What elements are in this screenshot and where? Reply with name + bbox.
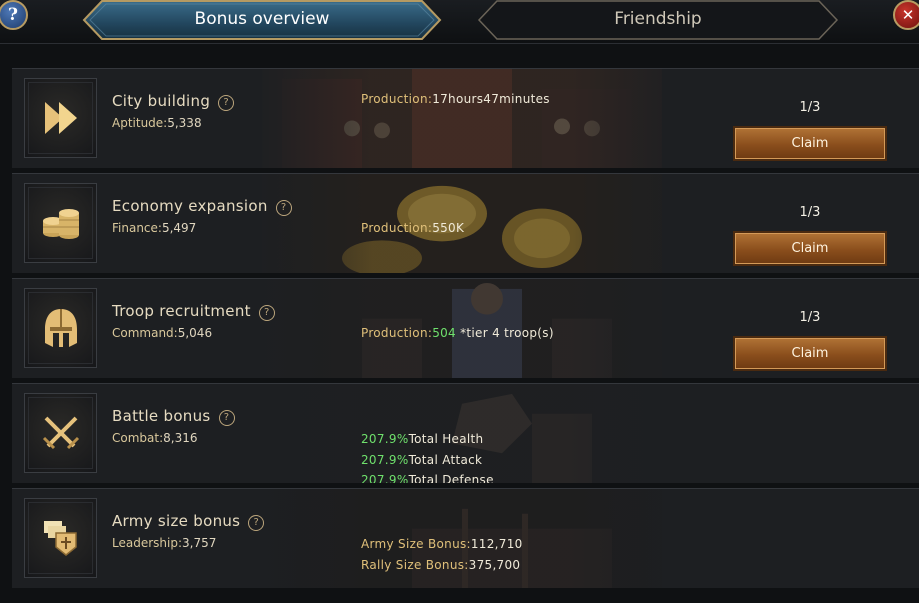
helmet-icon	[44, 309, 77, 347]
claim-count: 1/3	[799, 205, 821, 220]
production-value: 17hours47minutes	[432, 92, 550, 106]
banner-shield-icon-frame	[24, 498, 97, 578]
production-label: Production:	[361, 326, 433, 340]
row-title-text: City building	[112, 92, 211, 110]
stat-value: 5,497	[161, 221, 197, 235]
row-title-text: Battle bonus	[112, 407, 211, 425]
stat-label: Leadership:	[112, 536, 182, 550]
help-icon[interactable]: ?	[0, 0, 28, 30]
army-size-value: 112,710	[470, 537, 523, 551]
info-icon[interactable]: ?	[248, 514, 265, 531]
fast-forward-icon	[44, 102, 77, 134]
claim-button[interactable]: Claim	[733, 126, 887, 161]
crossed-swords-icon	[42, 416, 79, 450]
help-glyph: ?	[8, 5, 18, 25]
bonus-label: Total Defense	[408, 473, 494, 483]
fast-forward-icon-frame	[24, 78, 97, 158]
bonus-row-economy-expansion: Economy expansion? Finance:5,497 Product…	[12, 173, 919, 273]
stat-value: 3,757	[182, 536, 217, 550]
stat-value: 8,316	[163, 431, 198, 445]
bonus-row-troop-recruitment: Troop recruitment? Command:5,046 Product…	[12, 278, 919, 378]
stat-label: Command:	[112, 326, 178, 340]
claim-button[interactable]: Claim	[733, 336, 887, 371]
production-label: Production:	[361, 221, 433, 235]
bonus-line-defense: 207.9%Total Defense	[361, 473, 494, 483]
row-title: Battle bonus?	[112, 407, 235, 426]
info-icon[interactable]: ?	[258, 304, 275, 321]
tab-friendship[interactable]: Friendship	[477, 0, 839, 40]
bonus-value: 207.9%	[361, 473, 409, 483]
stat-label: Finance:	[112, 221, 162, 235]
bonus-row-battle-bonus: Battle bonus? Combat:8,316 207.9%Total H…	[12, 383, 919, 483]
rally-size-label: Rally Size Bonus:	[361, 558, 469, 572]
stat-line: Command:5,046	[112, 326, 212, 340]
stat-line: Finance:5,497	[112, 221, 196, 235]
info-icon[interactable]: ?	[275, 199, 292, 216]
bonus-label: Total Health	[408, 432, 484, 446]
tab-friendship-label: Friendship	[614, 9, 702, 29]
coins-icon	[42, 209, 79, 239]
production-suffix: *tier 4 troop(s)	[456, 326, 554, 340]
row-title: City building?	[112, 92, 235, 111]
rally-size-line: Rally Size Bonus:375,700	[361, 558, 520, 572]
stat-line: Combat:8,316	[112, 431, 198, 445]
row-title: Army size bonus?	[112, 512, 265, 531]
close-glyph: ✕	[901, 6, 915, 24]
rally-size-value: 375,700	[468, 558, 521, 572]
close-icon[interactable]: ✕	[893, 0, 919, 30]
info-icon[interactable]: ?	[218, 94, 235, 111]
tab-bonus-overview[interactable]: Bonus overview	[82, 0, 442, 40]
army-size-line: Army Size Bonus:112,710	[361, 537, 523, 551]
production-label: Production:	[361, 92, 433, 106]
bonus-row-city-building: City building? Aptitude:5,338 Production…	[12, 68, 919, 168]
tab-bonus-overview-label: Bonus overview	[194, 9, 330, 29]
bonus-value: 207.9%	[361, 453, 409, 467]
production-value: 550K	[432, 221, 465, 235]
row-title: Troop recruitment?	[112, 302, 275, 321]
bonus-label: Total Attack	[408, 453, 483, 467]
claim-count: 1/3	[799, 310, 821, 325]
bonus-list: City building? Aptitude:5,338 Production…	[12, 56, 919, 600]
row-title-text: Army size bonus	[112, 512, 241, 530]
info-icon[interactable]: ?	[218, 409, 235, 426]
bonus-value: 207.9%	[361, 432, 409, 446]
production-line: Production:550K	[361, 221, 464, 235]
production-value: 504	[432, 326, 456, 340]
stat-line: Aptitude:5,338	[112, 116, 202, 130]
helmet-icon-frame	[24, 288, 97, 368]
coins-icon-frame	[24, 183, 97, 263]
crossed-swords-icon-frame	[24, 393, 97, 473]
banner-shield-icon	[43, 521, 77, 556]
bonus-row-army-size-bonus: Army size bonus? Leadership:3,757 Army S…	[12, 488, 919, 588]
claim-count: 1/3	[799, 100, 821, 115]
stat-value: 5,338	[167, 116, 202, 130]
army-size-label: Army Size Bonus:	[361, 537, 471, 551]
production-line: Production:504 *tier 4 troop(s)	[361, 326, 554, 340]
top-tab-bar: ? Bonus overview Friendship ✕	[0, 0, 919, 44]
claim-button[interactable]: Claim	[733, 231, 887, 266]
bonus-line-attack: 207.9%Total Attack	[361, 453, 482, 467]
row-title-text: Economy expansion	[112, 197, 268, 215]
row-title-text: Troop recruitment	[112, 302, 251, 320]
stat-line: Leadership:3,757	[112, 536, 216, 550]
bonus-line-health: 207.9%Total Health	[361, 432, 483, 446]
row-title: Economy expansion?	[112, 197, 292, 216]
production-line: Production:17hours47minutes	[361, 92, 550, 106]
stat-value: 5,046	[177, 326, 213, 340]
stat-label: Combat:	[112, 431, 164, 445]
stat-label: Aptitude:	[112, 116, 168, 130]
